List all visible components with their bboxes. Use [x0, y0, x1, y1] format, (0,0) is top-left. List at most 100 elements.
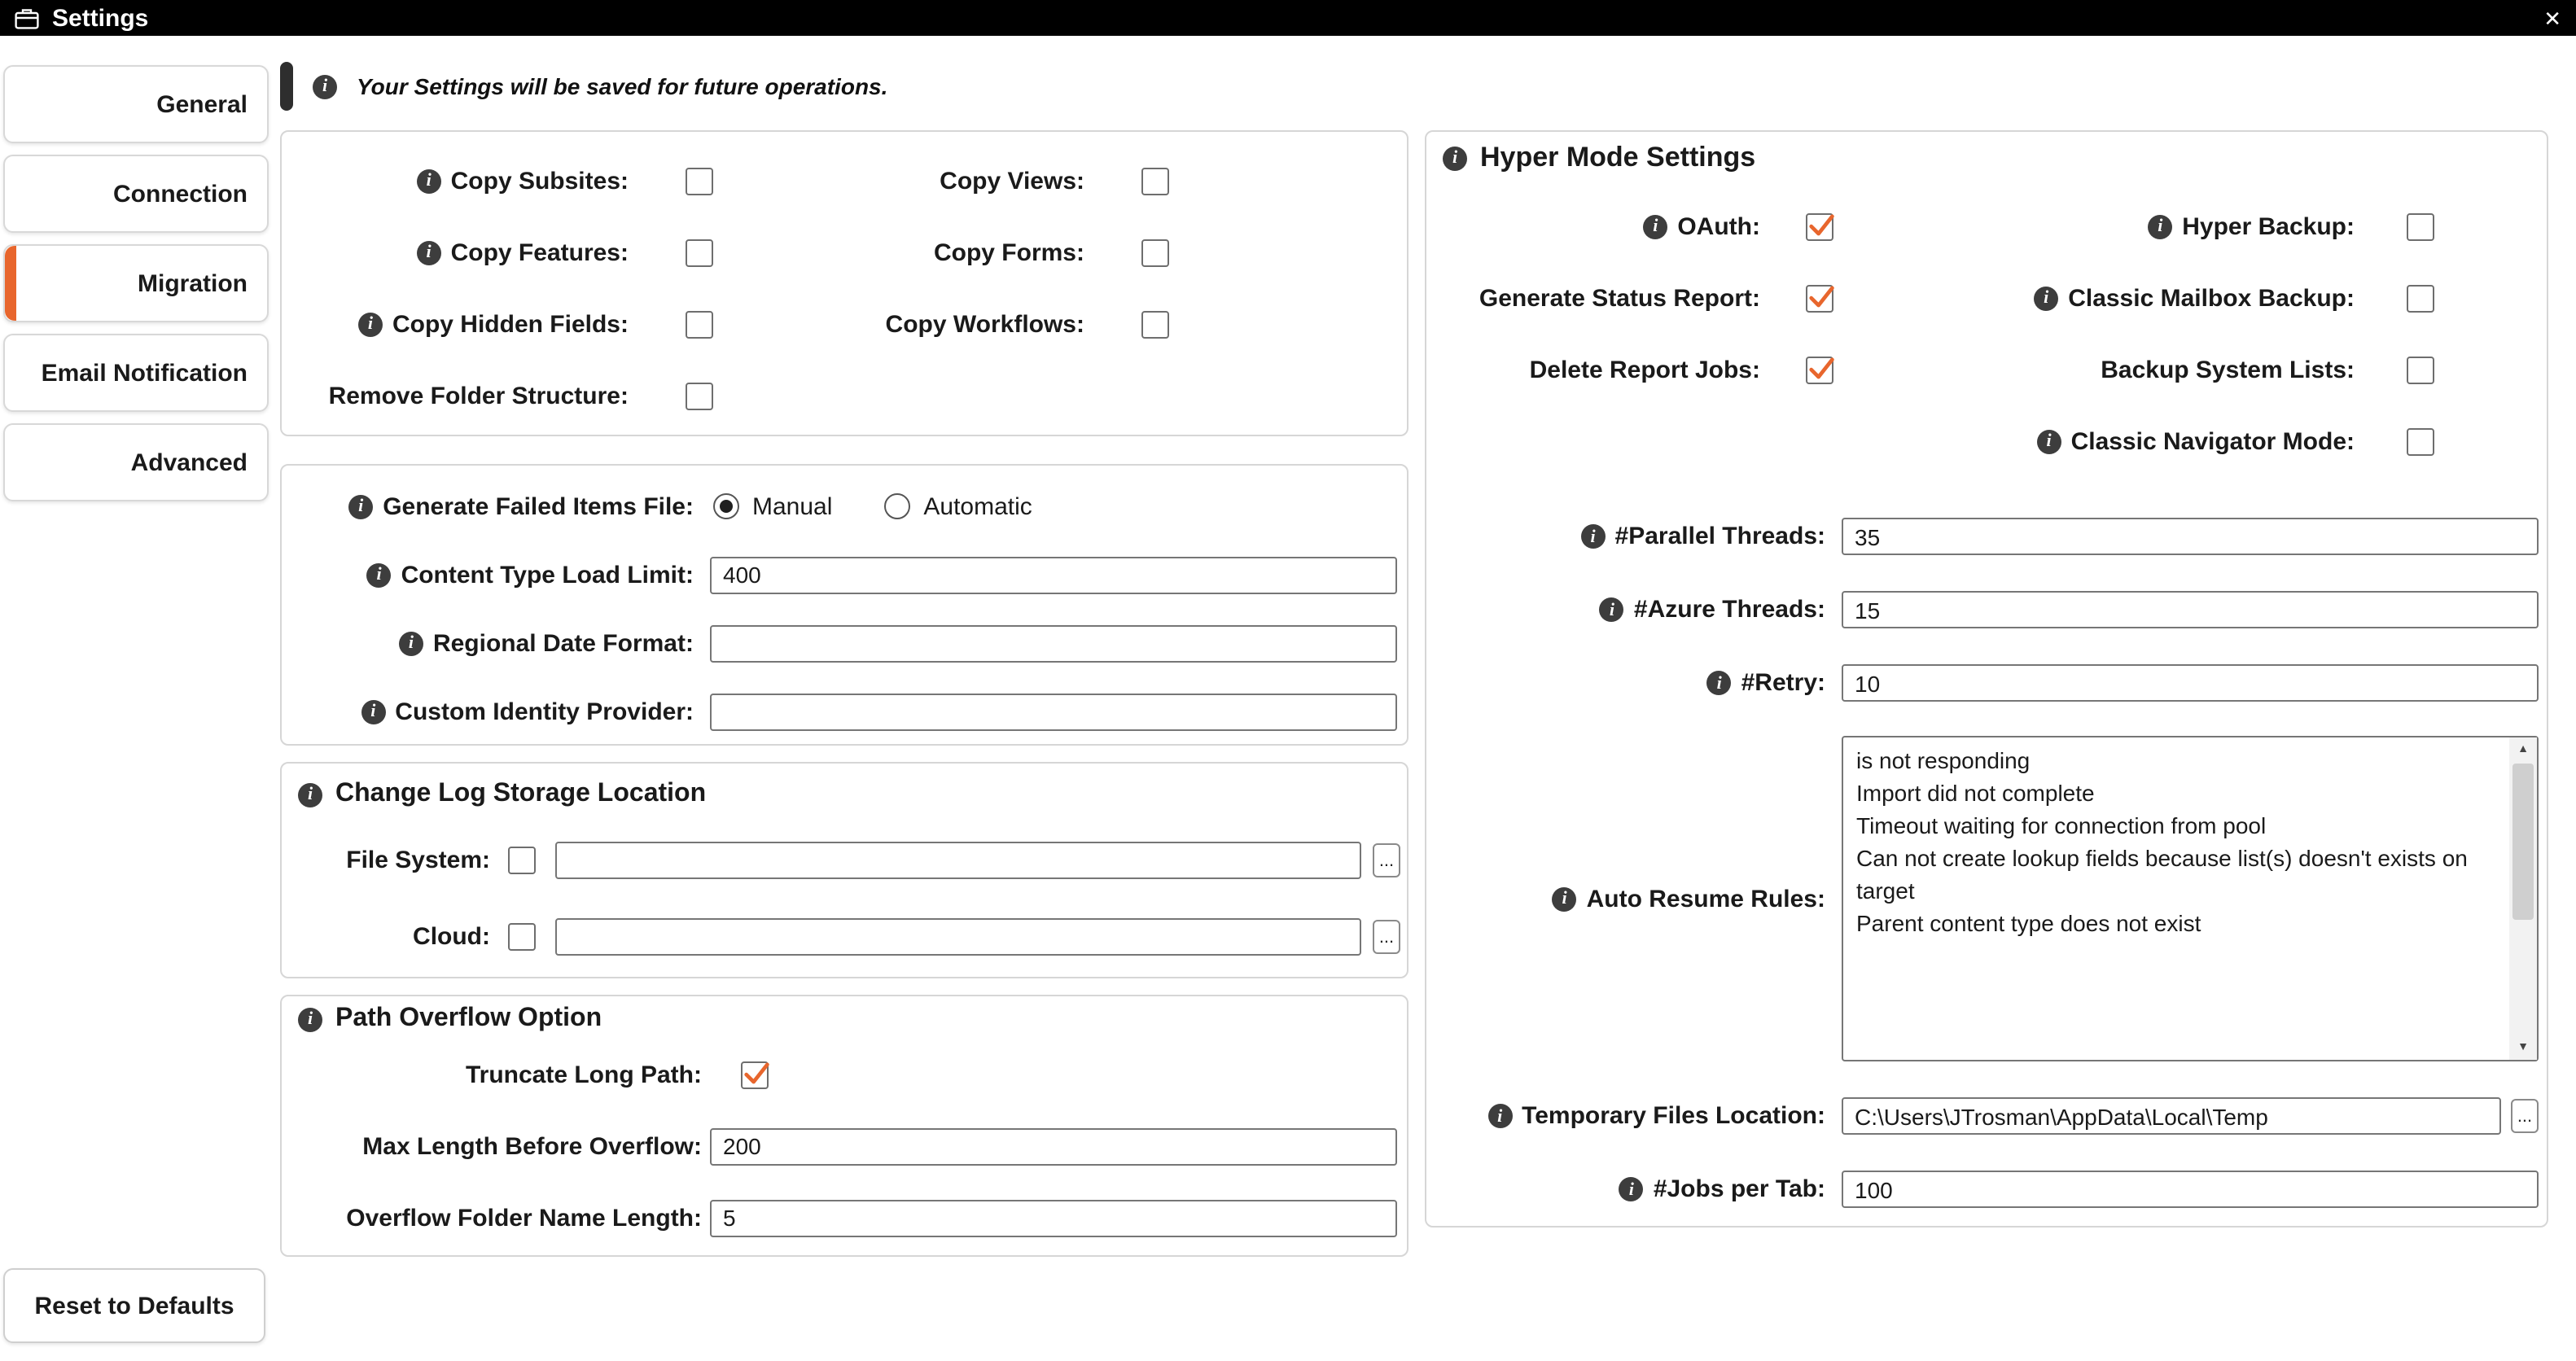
label-text: Classic Mailbox Backup: — [2068, 284, 2355, 312]
file-system-browse-button[interactable]: ... — [1373, 843, 1400, 877]
jobs-per-tab-input[interactable] — [1842, 1171, 2539, 1208]
checkbox-backup-system-lists[interactable] — [2407, 356, 2434, 383]
checkbox-copy-hidden-fields[interactable] — [686, 310, 713, 338]
label-text: Copy Subsites: — [450, 167, 629, 195]
parallel-threads-input[interactable] — [1842, 518, 2539, 555]
jobs-per-tab-label: i #Jobs per Tab: — [1426, 1175, 1825, 1203]
tab-general[interactable]: General — [3, 65, 269, 143]
info-icon[interactable]: i — [1643, 214, 1668, 239]
temporary-files-location-input[interactable] — [1842, 1097, 2501, 1135]
label-text: Copy Hidden Fields: — [392, 310, 629, 338]
label-text: Auto Resume Rules: — [1586, 885, 1825, 912]
info-icon[interactable]: i — [416, 168, 441, 193]
info-icon[interactable]: i — [298, 1007, 322, 1031]
info-icon[interactable]: i — [1619, 1177, 1644, 1201]
info-icon[interactable]: i — [366, 562, 392, 587]
sidebar: General Connection Migration Email Notif… — [3, 65, 269, 501]
tab-migration[interactable]: Migration — [3, 244, 269, 322]
copy-hidden-fields-label: i Copy Hidden Fields: — [282, 288, 629, 360]
label-text: #Jobs per Tab: — [1653, 1175, 1825, 1203]
checkbox-remove-folder-structure[interactable] — [686, 382, 713, 409]
checkbox-classic-mailbox-backup[interactable] — [2407, 284, 2434, 312]
checkbox-copy-forms[interactable] — [1141, 239, 1169, 266]
info-icon[interactable]: i — [2148, 214, 2173, 239]
scroll-up-icon[interactable]: ▲ — [2509, 737, 2537, 762]
scroll-down-icon[interactable]: ▼ — [2509, 1035, 2537, 1060]
window-title: Settings — [52, 4, 149, 32]
checkbox-file-system[interactable] — [508, 847, 536, 874]
generate-status-report-label: Generate Status Report: — [1426, 262, 1760, 334]
overflow-folder-name-length-input[interactable] — [710, 1199, 1397, 1236]
banner-accent-bar — [280, 62, 293, 111]
info-icon[interactable]: i — [298, 782, 322, 807]
info-icon[interactable]: i — [1580, 524, 1606, 549]
textarea-scrollbar[interactable]: ▲ ▼ — [2509, 737, 2537, 1060]
tab-connection[interactable]: Connection — [3, 155, 269, 233]
group-title-text: Change Log Storage Location — [335, 780, 707, 807]
cloud-path-input[interactable] — [555, 918, 1361, 956]
info-icon[interactable]: i — [1552, 886, 1577, 911]
info-icon[interactable]: i — [2036, 429, 2061, 453]
failed-items-mode-radios: Manual Automatic — [713, 492, 1032, 520]
info-icon[interactable]: i — [1706, 671, 1732, 695]
file-system-path-input[interactable] — [555, 842, 1361, 879]
retry-input[interactable] — [1842, 664, 2539, 702]
scrollbar-thumb[interactable] — [2512, 764, 2534, 920]
checkbox-copy-features[interactable] — [686, 239, 713, 266]
truncate-long-path-label: Truncate Long Path: — [282, 1061, 702, 1088]
check-icon — [1809, 213, 1834, 235]
close-icon[interactable]: ✕ — [2543, 7, 2561, 28]
checkbox-cloud[interactable] — [508, 923, 536, 951]
info-icon[interactable]: i — [357, 312, 383, 336]
info-icon[interactable]: i — [2034, 286, 2059, 310]
failed-items-group: i Generate Failed Items File: Manual Aut… — [280, 464, 1408, 746]
checkbox-delete-report-jobs[interactable] — [1806, 356, 1834, 383]
custom-identity-provider-input[interactable] — [710, 693, 1397, 730]
label-text: #Parallel Threads: — [1614, 523, 1825, 550]
parallel-threads-label: i #Parallel Threads: — [1426, 523, 1825, 550]
checkbox-classic-navigator-mode[interactable] — [2407, 427, 2434, 455]
azure-threads-input[interactable] — [1842, 591, 2539, 628]
copy-subsites-label: i Copy Subsites: — [282, 145, 629, 217]
copy-workflows-label: Copy Workflows: — [715, 288, 1084, 360]
auto-resume-rules-label: i Auto Resume Rules: — [1426, 885, 1825, 912]
group-title-text: Path Overflow Option — [335, 1004, 602, 1032]
checkbox-generate-status-report[interactable] — [1806, 284, 1834, 312]
checkbox-copy-subsites[interactable] — [686, 167, 713, 195]
temporary-files-browse-button[interactable]: ... — [2511, 1099, 2539, 1133]
content-type-load-limit-input[interactable] — [710, 556, 1397, 593]
radio-manual[interactable] — [713, 493, 739, 519]
checkbox-copy-views[interactable] — [1141, 167, 1169, 195]
tab-label: Migration — [138, 269, 248, 297]
info-icon[interactable]: i — [348, 494, 374, 519]
cloud-browse-button[interactable]: ... — [1373, 920, 1400, 954]
reset-defaults-button[interactable]: Reset to Defaults — [3, 1268, 265, 1343]
label-text: Copy Views: — [940, 167, 1084, 195]
copy-views-label: Copy Views: — [715, 145, 1084, 217]
tab-email-notification[interactable]: Email Notification — [3, 334, 269, 412]
info-icon[interactable]: i — [398, 631, 423, 655]
label-text: Content Type Load Limit: — [401, 561, 694, 589]
max-length-before-overflow-input[interactable] — [710, 1127, 1397, 1165]
info-icon[interactable]: i — [1443, 146, 1467, 170]
checkbox-copy-workflows[interactable] — [1141, 310, 1169, 338]
auto-resume-rules-textarea[interactable]: is not responding Import did not complet… — [1842, 736, 2539, 1061]
migration-settings-column: i Copy Subsites: Copy Views: i Copy Feat… — [280, 130, 1408, 1257]
info-icon[interactable]: i — [1599, 597, 1624, 622]
regional-date-format-input[interactable] — [710, 624, 1397, 662]
checkbox-truncate-long-path[interactable] — [741, 1061, 769, 1088]
info-icon[interactable]: i — [1487, 1104, 1513, 1128]
group-title-text: Hyper Mode Settings — [1480, 142, 1756, 173]
info-icon[interactable]: i — [361, 699, 386, 724]
copy-forms-label: Copy Forms: — [715, 217, 1084, 288]
info-icon[interactable]: i — [416, 240, 441, 265]
label-text: Cloud: — [413, 923, 490, 951]
tab-advanced[interactable]: Advanced — [3, 423, 269, 501]
radio-automatic-label: Automatic — [923, 492, 1032, 520]
checkbox-hyper-backup[interactable] — [2407, 212, 2434, 240]
file-system-label: File System: — [282, 847, 490, 874]
radio-automatic[interactable] — [884, 493, 911, 519]
info-icon[interactable]: i — [313, 74, 337, 98]
classic-navigator-mode-label: i Classic Navigator Mode: — [1835, 405, 2355, 477]
checkbox-oauth[interactable] — [1806, 212, 1834, 240]
